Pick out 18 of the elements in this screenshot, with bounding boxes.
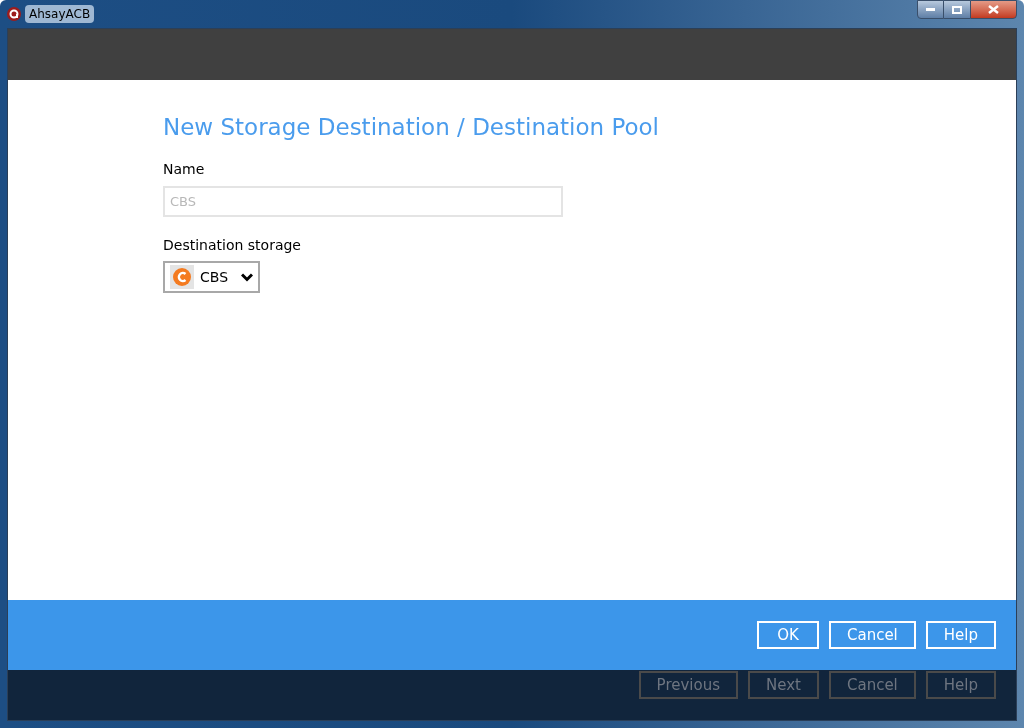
app-logo-icon (7, 7, 21, 21)
dialog-button[interactable]: OK (756, 621, 819, 649)
minimize-icon (926, 8, 935, 11)
close-button[interactable] (970, 0, 1017, 19)
dialog-button[interactable]: Help (925, 621, 996, 649)
close-icon (988, 5, 999, 14)
maximize-icon (952, 5, 962, 14)
field-label: Name (163, 160, 206, 179)
dialog-button[interactable]: Cancel (828, 621, 916, 649)
window-title: AhsayACB (25, 5, 95, 23)
dialog-heading: New Storage Destination / Destination Pool (163, 116, 660, 139)
minimize-button[interactable] (917, 0, 944, 19)
storage-logo-icon (170, 265, 194, 289)
maximize-button[interactable] (944, 0, 970, 19)
name-input-field[interactable]: CBS (163, 186, 563, 217)
field-label: Destination storage (163, 236, 302, 255)
destination-storage-dropdown[interactable]: CBS (163, 261, 260, 293)
chevron-down-icon (241, 272, 253, 282)
